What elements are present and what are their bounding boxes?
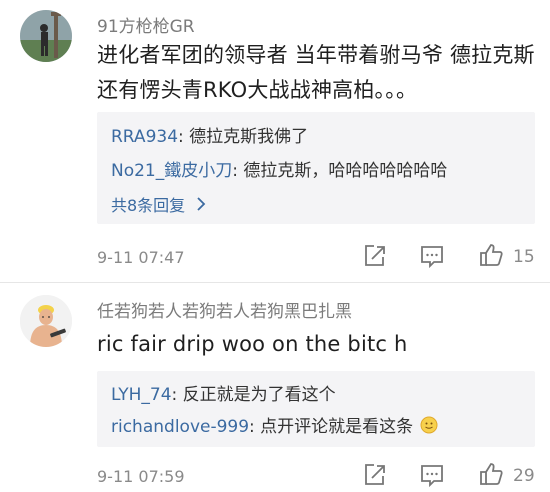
- timestamp: 9-11 07:59: [97, 467, 185, 486]
- share-icon[interactable]: [362, 462, 388, 488]
- reply-username[interactable]: No21_鐵皮小刀: [111, 161, 232, 181]
- avatar[interactable]: [20, 10, 72, 62]
- username[interactable]: 任若狗若人若狗若人若狗黑巴扎黑: [97, 297, 352, 322]
- comment-text: ric fair drip woo on the bitc h: [97, 332, 408, 356]
- reply-item[interactable]: RRA934: 德拉克斯我佛了: [111, 122, 308, 147]
- reply-text: : 点开评论就是看这条: [249, 417, 414, 437]
- reply-item[interactable]: No21_鐵皮小刀: 德拉克斯，哈哈哈哈哈哈哈: [111, 156, 447, 181]
- reply-text: : 德拉克斯我佛了: [178, 127, 309, 147]
- username[interactable]: 91方枪枪GR: [97, 12, 195, 37]
- reply-text: : 反正就是为了看这个: [171, 385, 336, 405]
- reply-username[interactable]: RRA934: [111, 127, 178, 147]
- reply-item[interactable]: LYH_74: 反正就是为了看这个: [111, 380, 336, 405]
- comment-item: 91方枪枪GR 进化者军团的领导者 当年带着驸马爷 德拉克斯 还有愣头青RKO大…: [0, 0, 550, 282]
- reply-item[interactable]: richandlove-999: 点开评论就是看这条: [111, 412, 438, 439]
- reply-username[interactable]: richandlove-999: [111, 417, 249, 437]
- comment-text: 进化者军团的领导者 当年带着驸马爷 德拉克斯 还有愣头青RKO大战战神高柏。。。: [97, 43, 535, 102]
- like-count: 29: [513, 466, 535, 486]
- comment-item: 任若狗若人若狗若人若狗黑巴扎黑 ric fair drip woo on the…: [0, 283, 550, 488]
- thumbs-up-icon[interactable]: [478, 242, 504, 268]
- comment-icon[interactable]: [419, 462, 445, 488]
- avatar[interactable]: [20, 295, 72, 347]
- reply-username[interactable]: LYH_74: [111, 385, 172, 405]
- replies-box[interactable]: RRA934: 德拉克斯我佛了 No21_鐵皮小刀: 德拉克斯，哈哈哈哈哈哈哈 …: [97, 112, 535, 224]
- comment-icon[interactable]: [419, 243, 445, 269]
- more-replies-label: 共8条回复: [111, 196, 186, 215]
- like-count: 15: [513, 247, 535, 267]
- chevron-right-icon: [196, 196, 206, 215]
- more-replies-link[interactable]: 共8条回复: [111, 192, 206, 216]
- thumbs-up-icon[interactable]: [478, 461, 504, 487]
- share-icon[interactable]: [362, 243, 388, 269]
- timestamp: 9-11 07:47: [97, 248, 185, 267]
- replies-box[interactable]: LYH_74: 反正就是为了看这个 richandlove-999: 点开评论就…: [97, 371, 535, 447]
- emoji-icon: [420, 416, 438, 439]
- reply-text: : 德拉克斯，哈哈哈哈哈哈哈: [232, 161, 448, 181]
